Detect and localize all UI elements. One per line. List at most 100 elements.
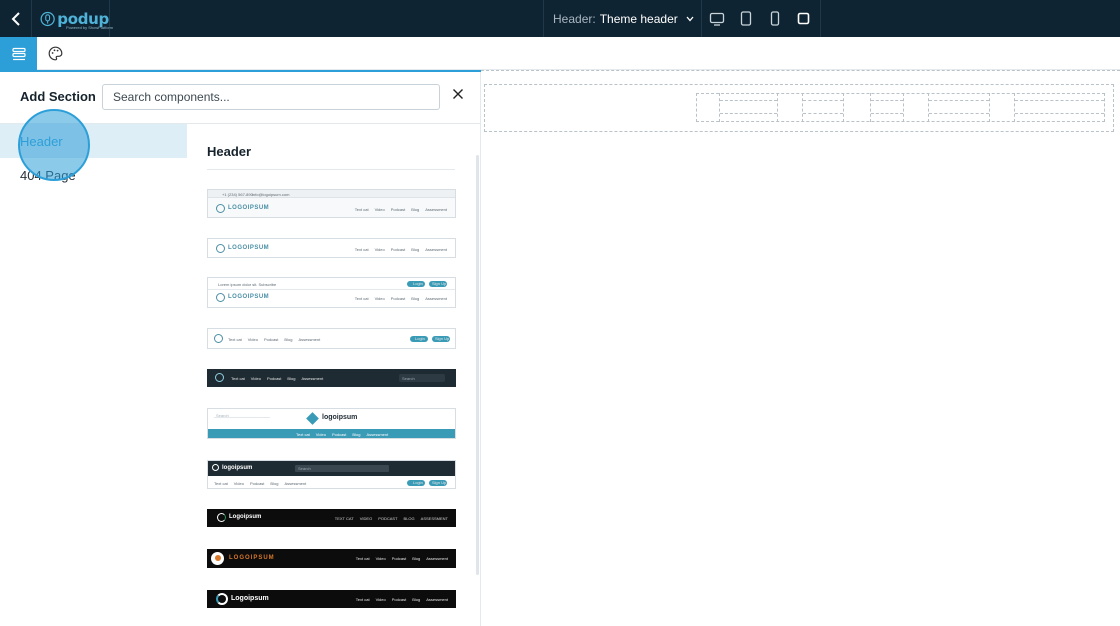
nav-link: Video xyxy=(375,556,386,561)
nav-link: Assessment xyxy=(301,376,324,381)
panel-scrollbar[interactable] xyxy=(476,155,479,575)
nav-link: VIDEO xyxy=(359,516,373,521)
logo-mark-icon xyxy=(216,293,225,302)
fullscreen-view-button[interactable] xyxy=(789,0,818,37)
template-nav: TEXT CAT VIDEO PODCAST BLOG ASSESSMENT xyxy=(335,516,448,521)
header-template-2[interactable]: LOGOIPSUM Text cat Video Podcast Blog Assess… xyxy=(207,238,456,258)
canvas-nav-item[interactable] xyxy=(928,93,990,122)
nav-link: Video xyxy=(374,207,385,212)
nav-link: ASSESSMENT xyxy=(420,516,448,521)
template-login: Login xyxy=(413,281,423,286)
nav-link: Text cat xyxy=(354,296,369,301)
logo-mark-icon xyxy=(306,412,319,425)
template-nav: Text cat Video Podcast Blog Assessment xyxy=(231,376,323,381)
template-email: info@logoipsum.com xyxy=(252,192,290,197)
nav-link: Podcast xyxy=(390,207,406,212)
canvas-nav-item[interactable] xyxy=(1014,93,1105,122)
topbar-divider xyxy=(820,0,821,37)
logo-mark-icon xyxy=(212,464,219,471)
nav-link: Assessment xyxy=(426,597,448,602)
header-template-10[interactable]: Logoipsum Text cat Video Podcast Blog Assess… xyxy=(207,590,456,608)
logo-mark-icon xyxy=(216,204,225,213)
nav-link: Video xyxy=(233,481,244,486)
canvas-nav-item[interactable] xyxy=(870,93,904,122)
template-nav: Text cat Video Podcast Blog Assessment xyxy=(356,597,448,602)
add-section-panel: Add Section Header 404 Page Header xyxy=(0,72,481,626)
nav-link: Podcast xyxy=(266,376,282,381)
device-switcher xyxy=(702,0,818,37)
nav-link: Text cat xyxy=(354,247,369,252)
template-search: Search xyxy=(402,376,415,381)
header-template-5[interactable]: Text cat Video Podcast Blog Assessment Searc… xyxy=(207,369,456,387)
back-button[interactable] xyxy=(0,0,32,37)
category-item-header[interactable]: Header xyxy=(0,124,187,158)
header-selector[interactable]: Header: Theme header xyxy=(543,0,702,37)
component-section-heading: Header xyxy=(207,144,252,159)
header-selector-label: Header: xyxy=(553,11,596,26)
palette-icon xyxy=(48,46,63,61)
nav-link: Blog xyxy=(352,432,361,437)
nav-link: Podcast xyxy=(391,597,407,602)
logo-mark-icon xyxy=(217,513,226,522)
sections-tool-button[interactable] xyxy=(0,37,37,70)
nav-link: Text cat xyxy=(228,337,242,342)
mobile-view-button[interactable] xyxy=(760,0,789,37)
canvas-nav-item[interactable] xyxy=(719,93,778,122)
template-logo: Logoipsum xyxy=(231,595,269,602)
chevron-left-icon xyxy=(11,11,20,26)
template-logo: logoipsum xyxy=(222,465,253,471)
nav-link: Video xyxy=(375,597,386,602)
mobile-icon xyxy=(770,11,779,26)
layers-icon xyxy=(11,47,26,60)
nav-link: Video xyxy=(374,247,385,252)
tablet-view-button[interactable] xyxy=(731,0,760,37)
nav-link: Text cat xyxy=(231,376,245,381)
header-template-1[interactable]: +1 (234) 567-890 info@logoipsum.com LOGO… xyxy=(207,189,456,218)
header-template-7[interactable]: logoipsum Search Text cat Video Podcast Blo… xyxy=(207,460,456,489)
header-template-8[interactable]: Logoipsum TEXT CAT VIDEO PODCAST BLOG ASSESS… xyxy=(207,509,456,527)
square-icon xyxy=(797,12,810,25)
header-template-4[interactable]: Text cat Video Podcast Blog Assessment Login… xyxy=(207,328,456,349)
category-label: 404 Page xyxy=(20,167,76,183)
nav-link: Podcast xyxy=(331,432,347,437)
logo-tagline: Powered by ShowPlatform xyxy=(66,25,114,30)
template-logo: LOGOIPSUM xyxy=(228,294,270,300)
app-logo[interactable]: podup Powered by ShowPlatform xyxy=(32,0,114,37)
panel-title: Add Section xyxy=(20,89,96,104)
nav-link: Video xyxy=(247,337,258,342)
nav-link: Blog xyxy=(412,556,421,561)
chevron-down-icon xyxy=(686,16,694,21)
nav-link: Blog xyxy=(284,337,293,342)
nav-link: Assessment xyxy=(425,247,447,252)
header-template-6[interactable]: Search logoipsum Text cat Video Podcast Blo… xyxy=(207,408,456,439)
podup-mic-icon xyxy=(40,11,55,26)
template-login: Login xyxy=(413,480,423,485)
nav-link: Video xyxy=(374,296,385,301)
template-signup: Sign Up xyxy=(435,336,450,341)
logo-mark-icon xyxy=(214,334,223,343)
logo-mark-icon xyxy=(216,244,225,253)
template-logo: Logoipsum xyxy=(229,514,262,520)
desktop-view-button[interactable] xyxy=(702,0,731,37)
nav-link: Podcast xyxy=(391,556,407,561)
canvas-nav-item[interactable] xyxy=(802,93,844,122)
header-template-9[interactable]: LOGOIPSUM Text cat Video Podcast Blog Assess… xyxy=(207,549,456,568)
search-input[interactable] xyxy=(102,84,440,110)
theme-tool-button[interactable] xyxy=(37,37,74,70)
template-login: Login xyxy=(415,336,425,341)
nav-link: TEXT CAT xyxy=(334,516,354,521)
nav-link: Blog xyxy=(287,376,296,381)
close-icon[interactable] xyxy=(450,86,466,102)
top-bar: podup Powered by ShowPlatform Header: Th… xyxy=(0,0,1120,37)
nav-link: Assessment xyxy=(298,337,321,342)
category-item-404[interactable]: 404 Page xyxy=(0,158,187,192)
nav-link: Text cat xyxy=(296,432,310,437)
tool-row xyxy=(0,37,1120,70)
header-selector-value: Theme header xyxy=(599,11,678,26)
nav-link: Video xyxy=(315,432,326,437)
template-nav: Text cat Video Podcast Blog Assessment xyxy=(356,556,448,561)
template-logo: logoipsum xyxy=(322,414,358,421)
header-template-3[interactable]: Lorem ipsum dolor sit. Subscribe Login S… xyxy=(207,277,456,308)
template-nav: Text cat Video Podcast Blog Assessment xyxy=(228,337,320,342)
nav-link: Assessment xyxy=(284,481,307,486)
